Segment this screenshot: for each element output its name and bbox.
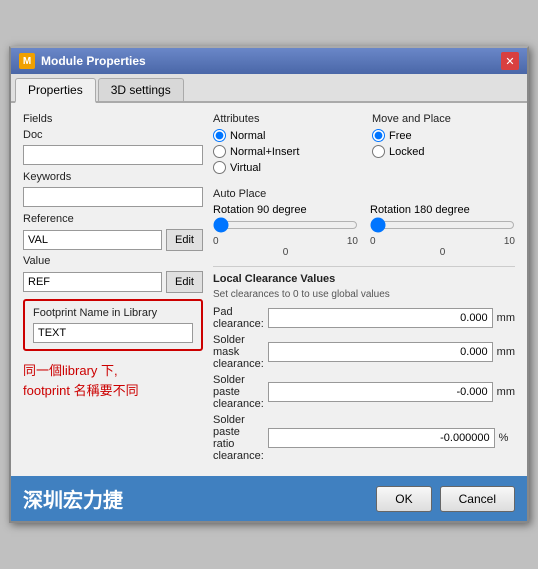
- auto-place-title: Auto Place: [213, 188, 515, 200]
- attr-normal-radio[interactable]: [213, 129, 226, 142]
- note-line2: footprint 名稱要不同: [23, 381, 203, 401]
- module-properties-window: M Module Properties ✕ Properties 3D sett…: [9, 46, 529, 523]
- move-place-title: Move and Place: [372, 113, 515, 125]
- clearance-row-0: Pad clearance: mm: [213, 306, 515, 330]
- sliders-row: Rotation 90 degree 0 10 0 Rotation 18: [213, 204, 515, 258]
- doc-label: Doc: [23, 129, 203, 141]
- rotation180-label: Rotation 180 degree: [370, 204, 515, 216]
- fp-name-input[interactable]: [33, 323, 193, 343]
- attr-normalinsert-radio[interactable]: [213, 145, 226, 158]
- note-text: 同一個library 下, footprint 名稱要不同: [23, 361, 203, 400]
- bottom-brand-text: 深圳宏力捷: [23, 484, 123, 513]
- clearance-unit-1: mm: [497, 346, 515, 358]
- move-free-radio[interactable]: [372, 129, 385, 142]
- reference-label: Reference: [23, 213, 203, 225]
- ok-button[interactable]: OK: [376, 486, 431, 512]
- rotation90-value: 0: [213, 247, 358, 258]
- attributes-radio-group: Normal Normal+Insert Virtual: [213, 129, 356, 174]
- right-column: Attributes Normal Normal+Insert: [213, 113, 515, 466]
- close-button[interactable]: ✕: [501, 52, 519, 70]
- button-group: OK Cancel: [376, 486, 515, 512]
- doc-input[interactable]: [23, 145, 203, 165]
- attr-normalinsert-label: Normal+Insert: [230, 146, 299, 158]
- clearance-row-2: Solder paste clearance: mm: [213, 374, 515, 410]
- fields-label: Fields: [23, 113, 203, 125]
- attr-virtual-label: Virtual: [230, 162, 261, 174]
- rotation90-group: Rotation 90 degree 0 10 0: [213, 204, 358, 258]
- bottom-bar: 深圳宏力捷 OK Cancel: [11, 476, 527, 521]
- reference-input[interactable]: [23, 230, 162, 250]
- value-row: Edit: [23, 271, 203, 293]
- reference-edit-button[interactable]: Edit: [166, 229, 203, 251]
- move-locked: Locked: [372, 145, 515, 158]
- title-bar: M Module Properties ✕: [11, 48, 527, 74]
- clearance-unit-2: mm: [497, 386, 515, 398]
- move-locked-label: Locked: [389, 146, 424, 158]
- attr-virtual-radio[interactable]: [213, 161, 226, 174]
- clearance-unit-0: mm: [497, 312, 515, 324]
- rotation180-group: Rotation 180 degree 0 10 0: [370, 204, 515, 258]
- attr-normal-insert: Normal+Insert: [213, 145, 356, 158]
- top-right-sections: Attributes Normal Normal+Insert: [213, 113, 515, 180]
- rotation180-value: 0: [370, 247, 515, 258]
- rotation180-max: 10: [504, 236, 515, 247]
- clearance-title: Local Clearance Values: [213, 273, 515, 285]
- tab-3d-settings[interactable]: 3D settings: [98, 78, 184, 101]
- window-title: Module Properties: [41, 54, 146, 68]
- reference-row: Edit: [23, 229, 203, 251]
- clearance-label-1: Solder mask clearance:: [213, 334, 264, 370]
- clearance-section: Local Clearance Values Set clearances to…: [213, 266, 515, 462]
- rotation180-min: 0: [370, 236, 376, 247]
- rotation90-slider[interactable]: [213, 218, 358, 232]
- clearance-value-0[interactable]: [268, 308, 493, 328]
- keywords-input[interactable]: [23, 187, 203, 207]
- clearance-row-3: Solder paste ratio clearance: %: [213, 414, 515, 462]
- left-column: Fields Doc Keywords Reference Edit Value: [23, 113, 203, 466]
- rotation90-numbers: 0 10: [213, 236, 358, 247]
- value-input[interactable]: [23, 272, 162, 292]
- value-edit-button[interactable]: Edit: [166, 271, 203, 293]
- tab-properties[interactable]: Properties: [15, 78, 96, 103]
- move-place-radio-group: Free Locked: [372, 129, 515, 158]
- rotation90-min: 0: [213, 236, 219, 247]
- cancel-button[interactable]: Cancel: [440, 486, 515, 512]
- attr-virtual: Virtual: [213, 161, 356, 174]
- attr-normal: Normal: [213, 129, 356, 142]
- clearance-value-2[interactable]: [268, 382, 493, 402]
- move-free: Free: [372, 129, 515, 142]
- columns-layout: Fields Doc Keywords Reference Edit Value: [23, 113, 515, 466]
- move-place-section: Move and Place Free Locked: [372, 113, 515, 180]
- clearance-row-1: Solder mask clearance: mm: [213, 334, 515, 370]
- clearance-label-0: Pad clearance:: [213, 306, 264, 330]
- rotation180-slider[interactable]: [370, 218, 515, 232]
- clearance-value-3[interactable]: [268, 428, 495, 448]
- app-icon: M: [19, 53, 35, 69]
- attr-normal-label: Normal: [230, 130, 265, 142]
- rotation180-track: [370, 218, 515, 234]
- fp-name-label: Footprint Name in Library: [33, 307, 193, 319]
- attributes-title: Attributes: [213, 113, 356, 125]
- auto-place-section: Auto Place Rotation 90 degree 0 10 0: [213, 188, 515, 258]
- clearance-subtitle: Set clearances to 0 to use global values: [213, 289, 515, 300]
- value-label: Value: [23, 255, 203, 267]
- rotation90-max: 10: [347, 236, 358, 247]
- title-bar-left: M Module Properties: [19, 53, 146, 69]
- tabs-bar: Properties 3D settings: [11, 74, 527, 103]
- clearance-label-3: Solder paste ratio clearance:: [213, 414, 264, 462]
- clearance-unit-3: %: [499, 432, 515, 444]
- main-content: Fields Doc Keywords Reference Edit Value: [11, 103, 527, 476]
- note-line1: 同一個library 下,: [23, 361, 203, 381]
- clearance-value-1[interactable]: [268, 342, 493, 362]
- keywords-label: Keywords: [23, 171, 203, 183]
- rotation90-track: [213, 218, 358, 234]
- footprint-name-box: Footprint Name in Library: [23, 299, 203, 351]
- rotation180-numbers: 0 10: [370, 236, 515, 247]
- clearance-label-2: Solder paste clearance:: [213, 374, 264, 410]
- move-locked-radio[interactable]: [372, 145, 385, 158]
- attributes-section: Attributes Normal Normal+Insert: [213, 113, 356, 180]
- rotation90-label: Rotation 90 degree: [213, 204, 358, 216]
- move-free-label: Free: [389, 130, 412, 142]
